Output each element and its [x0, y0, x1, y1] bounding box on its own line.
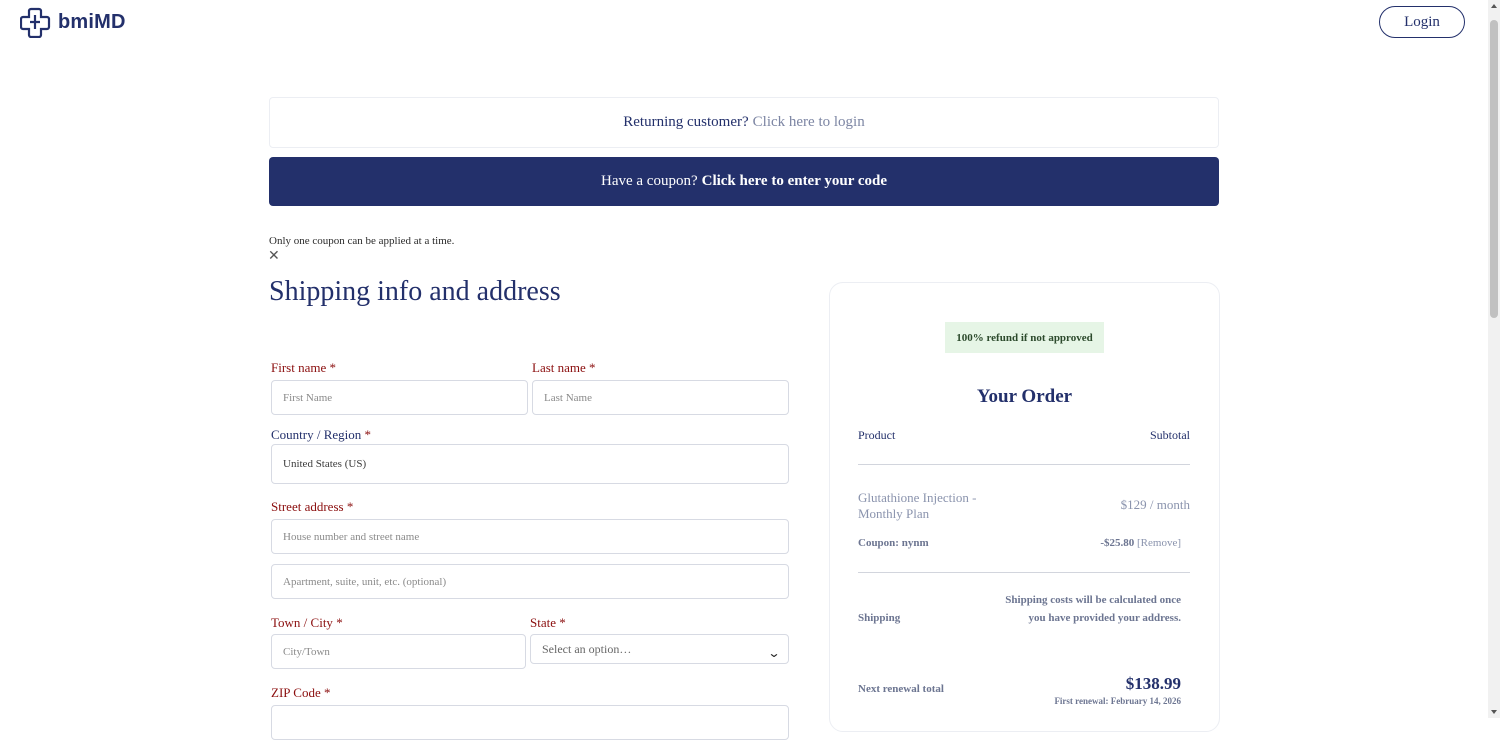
state-label-text: State	[530, 615, 556, 630]
country-label: Country / Region *	[271, 427, 371, 443]
required-marker: *	[346, 499, 354, 514]
city-input[interactable]	[271, 634, 526, 669]
required-marker: *	[329, 360, 337, 375]
coupon-amount: -$25.80	[1100, 537, 1135, 549]
state-select-value: Select an option…	[542, 641, 632, 656]
required-marker: *	[336, 615, 343, 630]
renewal-total: $138.99	[1125, 674, 1181, 693]
required-marker: *	[364, 427, 372, 442]
last-name-label-text: Last name	[532, 360, 586, 375]
coupon-toggle-bar[interactable]: Have a coupon? Click here to enter your …	[269, 157, 1219, 206]
returning-customer-notice: Returning customer? Click here to login	[269, 97, 1219, 148]
order-title: Your Order	[976, 386, 1073, 407]
zip-label: ZIP Code *	[271, 685, 330, 701]
apartment-input[interactable]	[271, 564, 789, 599]
zip-label-text: ZIP Code	[271, 685, 321, 700]
subtotal-column-header: Subtotal	[1149, 428, 1190, 442]
returning-question: Returning customer?	[623, 114, 749, 130]
zip-input[interactable]	[271, 705, 789, 740]
remove-coupon-link[interactable]: [Remove]	[1137, 537, 1181, 549]
product-price: $129 / month	[1120, 497, 1190, 512]
renewal-label: Next renewal total	[858, 683, 944, 695]
country-label-text: Country / Region	[271, 427, 362, 442]
last-name-input[interactable]	[532, 380, 789, 415]
scroll-up-arrow-icon[interactable]	[1491, 4, 1497, 8]
street-address-label-text: Street address	[271, 499, 344, 514]
first-name-label: First name *	[271, 360, 336, 376]
scroll-down-arrow-icon[interactable]	[1491, 710, 1497, 714]
street-address-label: Street address *	[271, 499, 353, 515]
required-marker: *	[559, 615, 566, 630]
first-name-input[interactable]	[271, 380, 528, 415]
login-button[interactable]: Login	[1379, 6, 1465, 38]
renewal-date: First renewal: February 14, 2026	[1054, 696, 1181, 706]
shipping-note: Shipping costs will be calculated once y…	[1005, 594, 1181, 624]
chevron-down-icon: ⌄	[767, 646, 781, 660]
refund-badge: 100% refund if not approved	[945, 322, 1104, 353]
country-value: United States (US)	[283, 458, 367, 470]
page-title: Shipping info and address	[269, 276, 561, 307]
state-label: State *	[530, 615, 566, 631]
page-scrollbar[interactable]	[1488, 0, 1500, 718]
state-select[interactable]: Select an option… ⌄	[530, 634, 789, 664]
last-name-label: Last name *	[532, 360, 596, 376]
coupon-code-label: Coupon: nynm	[858, 537, 929, 549]
required-marker: *	[589, 360, 596, 375]
scrollbar-thumb[interactable]	[1490, 20, 1498, 318]
first-name-label-text: First name	[271, 360, 327, 375]
divider	[858, 464, 1190, 465]
coupon-note: Only one coupon can be applied at a time…	[269, 235, 455, 247]
coupon-question: Have a coupon?	[600, 173, 698, 189]
close-icon[interactable]: ✕	[268, 250, 280, 264]
enter-coupon-link[interactable]: Click here to enter your code	[702, 173, 887, 190]
city-label: Town / City *	[271, 615, 343, 631]
logo[interactable]: bmiMD	[20, 6, 126, 38]
divider	[858, 572, 1190, 573]
cross-logo-icon	[20, 7, 51, 38]
country-field[interactable]: United States (US)	[271, 444, 789, 484]
city-label-text: Town / City	[271, 615, 333, 630]
coupon-discount: -$25.80 [Remove]	[1100, 537, 1181, 549]
shipping-label: Shipping	[858, 612, 901, 624]
product-name: Glutathione Injection - Monthly Plan	[858, 490, 977, 521]
logo-text: bmiMD	[58, 10, 126, 33]
product-column-header: Product	[858, 428, 896, 442]
login-link[interactable]: Click here to login	[753, 114, 865, 131]
required-marker: *	[323, 685, 331, 700]
street-address-input[interactable]	[271, 519, 789, 554]
